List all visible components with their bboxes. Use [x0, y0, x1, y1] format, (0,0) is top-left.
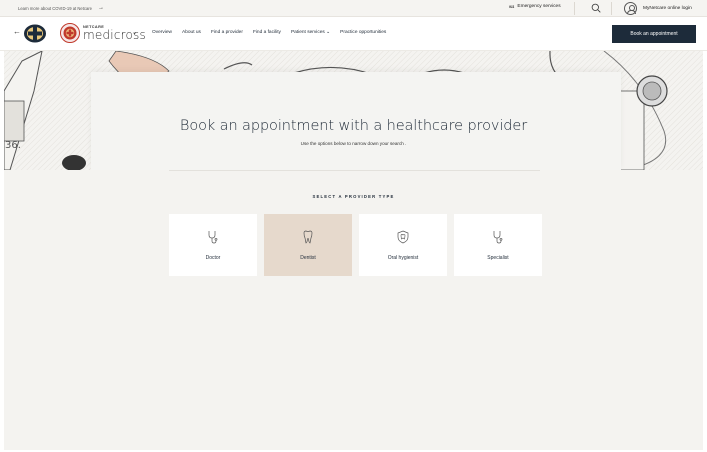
arrow-right-icon: →	[98, 5, 105, 11]
provider-card-label: Doctor	[205, 254, 221, 261]
content-area	[4, 170, 703, 450]
page-title: Book an appointment with a healthcare pr…	[179, 118, 528, 134]
login-label: MyNetcare online login	[643, 6, 692, 11]
provider-card-specialist[interactable]: Specialist	[454, 214, 542, 276]
provider-card-label: Specialist	[487, 254, 509, 261]
hero-banner: 36.	[4, 51, 703, 170]
nav-item-practice-opportunities[interactable]: Practice opportunities	[340, 30, 386, 35]
netcare-logo[interactable]	[23, 24, 47, 43]
nav-item-find-provider[interactable]: Find a provider	[211, 30, 243, 35]
stethoscope-icon	[208, 230, 218, 243]
divider	[574, 2, 575, 15]
nav-item-find-facility[interactable]: Find a facility	[253, 30, 281, 35]
provider-card-doctor[interactable]: Doctor	[169, 214, 257, 276]
nav-item-patient-services[interactable]: Patient services ⌄	[291, 30, 330, 35]
chevron-down-icon: ⌄	[326, 30, 331, 35]
divider	[169, 170, 540, 171]
utility-bar: Learn more about COVID-19 at Netcare → 9…	[0, 0, 707, 17]
book-appointment-button[interactable]: Book an appointment	[612, 25, 696, 43]
nav-menu: Overview About us Find a provider Find a…	[152, 30, 386, 35]
emergency-911-icon: 911	[509, 4, 515, 9]
provider-card-label: Dentist	[300, 254, 316, 261]
search-icon[interactable]	[591, 3, 601, 13]
stethoscope-icon	[493, 230, 503, 243]
covid-link[interactable]: Learn more about COVID-19 at Netcare →	[18, 5, 104, 11]
emergency-services-link[interactable]: 911 Emergency services	[509, 4, 561, 9]
provider-card-dentist[interactable]: Dentist	[264, 214, 352, 276]
provider-card-oral-hygienist[interactable]: Oral hygienist	[359, 214, 447, 276]
nav-item-about-us[interactable]: About us	[182, 30, 201, 35]
emergency-services-label: Emergency services	[517, 4, 561, 9]
section-label: SELECT A PROVIDER TYPE	[312, 194, 395, 199]
back-arrow-icon[interactable]: ←	[13, 27, 21, 36]
chevron-down-icon[interactable]: ⌄	[132, 29, 137, 36]
provider-card-label: Oral hygienist	[387, 254, 419, 261]
main-nav: ← NETCARE medicross ⌄ Overview About us …	[0, 17, 707, 51]
nav-item-label: Patient services	[290, 30, 325, 35]
nav-item-overview[interactable]: Overview	[152, 30, 172, 35]
shield-tooth-icon	[397, 230, 409, 243]
mynetcare-login-link[interactable]: MyNetcare online login	[624, 2, 692, 15]
user-icon	[624, 2, 637, 15]
tooth-icon	[303, 230, 313, 243]
page-subtitle: Use the options below to narrow down you…	[300, 141, 407, 146]
divider	[611, 2, 612, 15]
covid-link-label: Learn more about COVID-19 at Netcare	[18, 5, 93, 11]
provider-type-grid: Doctor Dentist Oral hygienist Specialist	[169, 214, 542, 276]
medicross-logo-icon[interactable]	[60, 23, 80, 43]
